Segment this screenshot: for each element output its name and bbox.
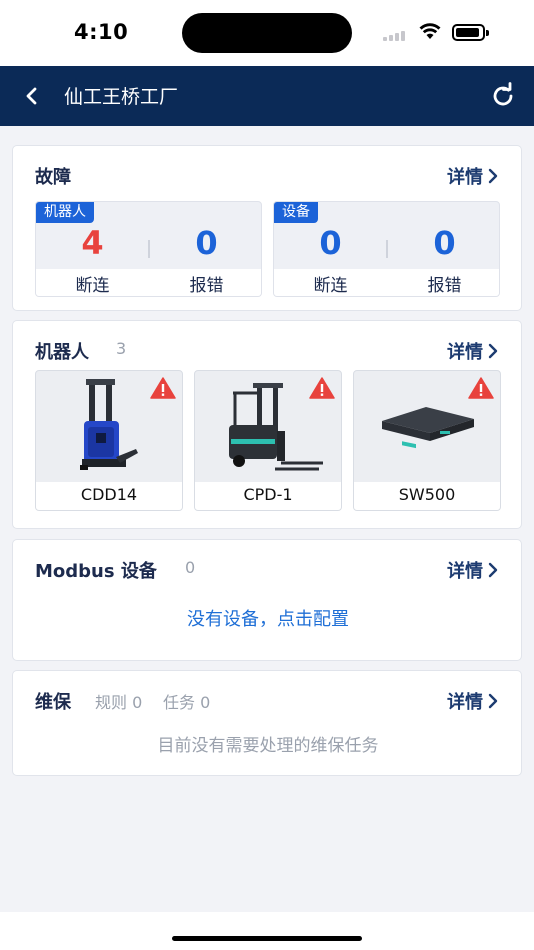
device-error-count: 0 [433,224,456,262]
dynamic-island [182,13,352,53]
faults-title: 故障 [35,167,71,188]
configure-device-link[interactable]: 没有设备，点击配置 [13,605,523,631]
detail-label: 详情 [447,561,483,582]
home-indicator[interactable] [172,936,362,941]
chevron-right-icon [488,343,498,359]
chevron-right-icon [488,693,498,709]
modbus-count: 0 [185,558,196,577]
chevron-right-icon [488,562,498,578]
robot-name: CPD-1 [243,485,293,504]
detail-label: 详情 [447,342,483,363]
robot-card-sw500[interactable]: SW500 [353,370,501,511]
detail-label: 详情 [447,692,483,713]
modbus-title: Modbus 设备 [35,561,157,582]
page-title: 仙工王桥工厂 [64,86,179,108]
modbus-detail-link[interactable]: 详情 [447,557,499,583]
robots-count: 3 [116,339,127,358]
back-button[interactable] [18,82,46,110]
detail-label: 详情 [447,167,483,188]
maintenance-empty-text: 目前没有需要处理的维保任务 [157,736,379,756]
robot-name: SW500 [398,485,456,504]
device-error-label: 报错 [427,276,462,296]
robot-error-label: 报错 [189,276,224,296]
maintenance-detail-link[interactable]: 详情 [447,688,499,714]
robot-disconnected-count: 4 [81,224,104,262]
faults-card: 故障 详情 机器人 4 0 断连 报错 设备 0 0 断连 报错 [12,145,522,311]
warning-icon [150,377,176,399]
warning-icon [468,377,494,399]
cellular-signal-icon [383,31,409,41]
home-indicator-area [0,912,534,950]
robot-card-cpd-1[interactable]: CPD-1 [194,370,342,511]
chevron-left-icon [26,87,37,105]
modbus-card: Modbus 设备 0 详情 没有设备，点击配置 [12,539,522,661]
device-fault-box[interactable]: 设备 0 0 断连 报错 [273,201,500,297]
nav-bar: 仙工王桥工厂 [0,66,534,126]
robot-disconnected-label: 断连 [75,276,110,296]
robots-detail-link[interactable]: 详情 [447,338,499,364]
robot-card-cdd14[interactable]: CDD14 [35,370,183,511]
robot-fault-box[interactable]: 机器人 4 0 断连 报错 [35,201,262,297]
battery-icon [452,24,489,41]
device-disconnected-count: 0 [319,224,342,262]
robots-title: 机器人 [35,342,89,363]
robot-name-area: CDD14 [36,482,182,510]
device-fault-tag: 设备 [274,202,318,223]
wifi-icon [419,23,441,39]
robot-fault-labels: 断连 报错 [36,269,261,296]
robot-name-area: SW500 [354,482,500,510]
robot-name: CDD14 [80,485,138,504]
refresh-button[interactable] [489,82,517,110]
maintenance-rules: 规则 0 [95,693,143,712]
chevron-right-icon [488,168,498,184]
warning-icon [309,377,335,399]
maintenance-title: 维保 [35,692,71,713]
robot-name-area: CPD-1 [195,482,341,510]
status-time: 4:10 [74,20,129,44]
device-fault-labels: 断连 报错 [274,269,499,296]
maintenance-card: 维保 规则 0 任务 0 详情 目前没有需要处理的维保任务 [12,670,522,776]
maintenance-tasks: 任务 0 [163,693,211,712]
robots-card: 机器人 3 详情 CDD14 CPD-1 SW500 [12,320,522,529]
robot-fault-tag: 机器人 [36,202,94,223]
device-disconnected-label: 断连 [313,276,348,296]
refresh-icon [493,82,513,106]
status-bar: 4:10 [0,0,534,66]
faults-detail-link[interactable]: 详情 [447,163,499,189]
robot-error-count: 0 [195,224,218,262]
